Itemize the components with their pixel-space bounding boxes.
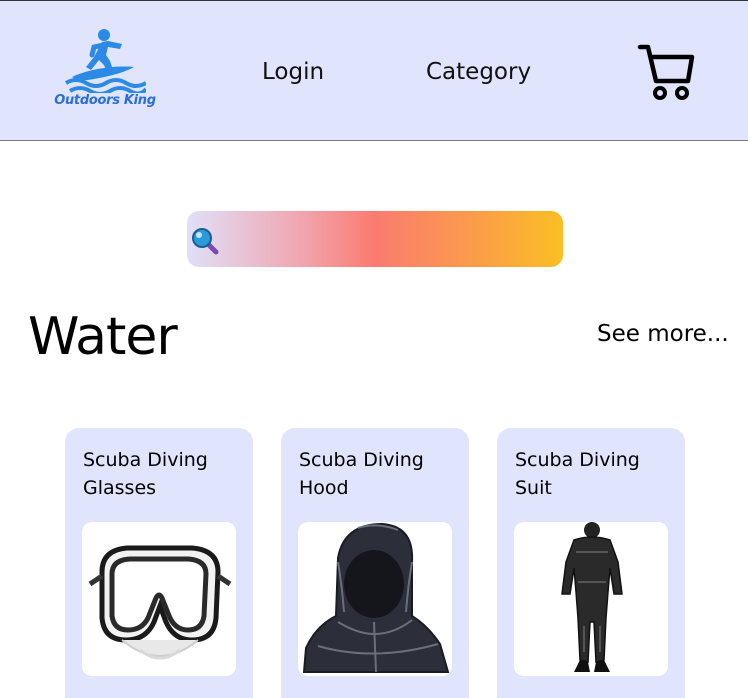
logo-text: Outdoors King — [54, 93, 156, 108]
category-link[interactable]: Category — [426, 59, 531, 85]
search-input[interactable] — [223, 219, 547, 259]
diving-mask-icon — [88, 545, 232, 660]
site-header: Outdoors King Login Category — [0, 0, 748, 141]
product-name: Scuba Diving Glasses — [83, 449, 208, 499]
shopping-cart-icon[interactable] — [636, 41, 698, 103]
product-card[interactable]: Scuba Diving Hood — [281, 428, 469, 698]
logo[interactable]: Outdoors King — [52, 27, 158, 115]
section-title: Water — [28, 307, 178, 367]
product-image[interactable] — [298, 522, 452, 676]
product-image[interactable] — [82, 522, 236, 676]
product-name: Scuba Diving Hood — [299, 449, 424, 499]
product-name: Scuba Diving Suit — [515, 449, 640, 499]
surfer-logo-icon — [64, 29, 146, 93]
login-link[interactable]: Login — [262, 59, 324, 85]
product-image[interactable] — [514, 522, 668, 676]
product-card[interactable]: Scuba Diving Glasses — [65, 428, 253, 698]
diving-suit-icon — [561, 522, 623, 672]
search-icon[interactable] — [191, 227, 219, 255]
search-bar — [187, 211, 563, 267]
see-more-link[interactable]: See more... — [597, 321, 729, 347]
diving-hood-icon — [302, 522, 450, 673]
product-card[interactable]: Scuba Diving Suit — [497, 428, 685, 698]
